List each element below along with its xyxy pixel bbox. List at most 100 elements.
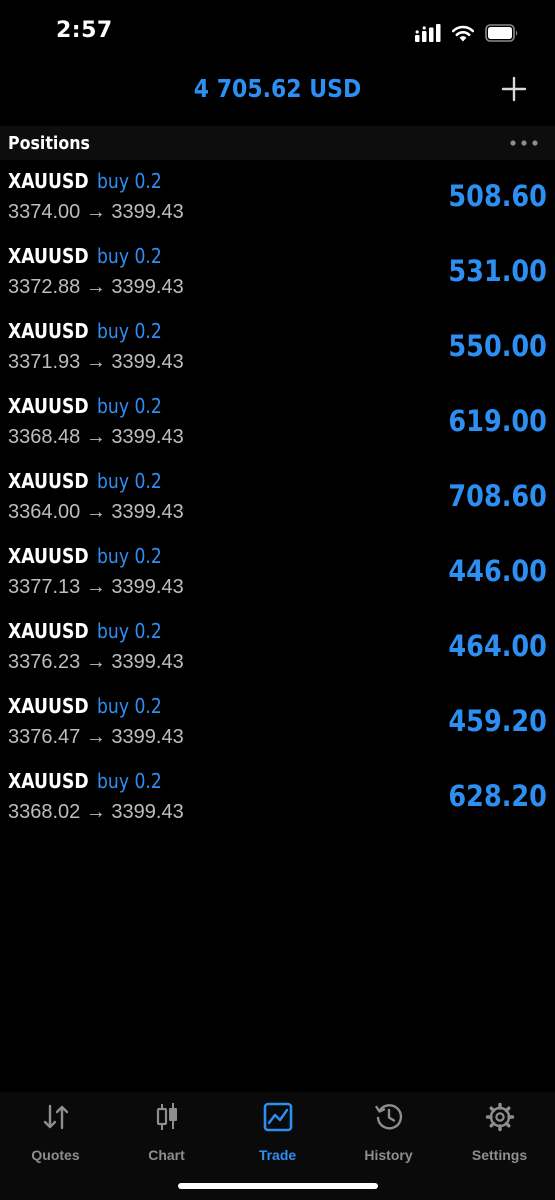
open-price: 3368.48	[8, 426, 81, 448]
price-arrow: →	[85, 201, 106, 223]
price-arrow: →	[85, 501, 106, 523]
bottom-tab-bar: Quotes Chart Trade History Settings	[0, 1092, 555, 1200]
current-price: 3399.43	[111, 726, 184, 748]
home-indicator	[178, 1183, 378, 1189]
open-price: 3368.02	[8, 801, 81, 823]
position-symbol: XAUUSD	[8, 394, 89, 418]
gear-icon	[485, 1102, 515, 1132]
position-title: XAUUSD buy 0.2	[8, 544, 173, 569]
position-symbol: XAUUSD	[8, 694, 89, 718]
position-symbol: XAUUSD	[8, 469, 89, 493]
section-title: Positions	[8, 133, 90, 154]
price-arrow: →	[85, 576, 106, 598]
position-profit: 550.00	[448, 329, 547, 363]
candlestick-chart-icon	[156, 1103, 177, 1130]
position-title: XAUUSD buy 0.2	[8, 319, 173, 344]
position-title: XAUUSD buy 0.2	[8, 769, 173, 794]
open-price: 3364.00	[8, 501, 81, 523]
account-balance: 4 705.62 USD	[193, 74, 362, 103]
position-type: buy 0.2	[97, 394, 163, 418]
position-symbol: XAUUSD	[8, 244, 89, 268]
position-symbol: XAUUSD	[8, 544, 89, 568]
position-prices: 3368.48 → 3399.43	[8, 426, 184, 449]
price-arrow: →	[85, 651, 106, 673]
status-bar: 2:57	[0, 0, 555, 62]
current-price: 3399.43	[111, 276, 184, 298]
price-arrow: →	[85, 726, 106, 748]
position-title: XAUUSD buy 0.2	[8, 469, 173, 494]
position-prices: 3377.13 → 3399.43	[8, 576, 184, 599]
position-prices: 3371.93 → 3399.43	[8, 351, 184, 374]
trade-line-chart-icon	[263, 1102, 293, 1132]
position-title: XAUUSD buy 0.2	[8, 619, 173, 644]
position-title: XAUUSD buy 0.2	[8, 394, 173, 419]
current-price: 3399.43	[111, 501, 184, 523]
position-profit: 708.60	[448, 479, 547, 513]
position-row[interactable]: XAUUSD buy 0.2 3371.93 → 3399.43 550.00	[0, 315, 555, 390]
tab-quotes[interactable]: Quotes	[0, 1102, 111, 1164]
position-profit: 508.60	[448, 179, 547, 213]
position-title: XAUUSD buy 0.2	[8, 169, 173, 194]
position-prices: 3372.88 → 3399.43	[8, 276, 184, 299]
current-price: 3399.43	[111, 651, 184, 673]
position-type: buy 0.2	[97, 694, 163, 718]
ellipsis-icon	[510, 140, 538, 146]
open-price: 3371.93	[8, 351, 81, 373]
tab-chart[interactable]: Chart	[111, 1102, 222, 1164]
tab-trade[interactable]: Trade	[222, 1102, 333, 1164]
open-price: 3376.23	[8, 651, 81, 673]
open-price: 3374.00	[8, 201, 81, 223]
position-profit: 459.20	[448, 704, 547, 738]
current-price: 3399.43	[111, 201, 184, 223]
position-row[interactable]: XAUUSD buy 0.2 3364.00 → 3399.43 708.60	[0, 465, 555, 540]
position-row[interactable]: XAUUSD buy 0.2 3376.47 → 3399.43 459.20	[0, 690, 555, 765]
position-type: buy 0.2	[97, 319, 163, 343]
position-row[interactable]: XAUUSD buy 0.2 3374.00 → 3399.43 508.60	[0, 165, 555, 240]
tab-settings[interactable]: Settings	[444, 1102, 555, 1164]
position-row[interactable]: XAUUSD buy 0.2 3368.02 → 3399.43 628.20	[0, 765, 555, 840]
position-prices: 3368.02 → 3399.43	[8, 801, 184, 824]
position-symbol: XAUUSD	[8, 319, 89, 343]
cellular-signal-icon	[415, 24, 441, 42]
current-price: 3399.43	[111, 801, 184, 823]
tab-label: Chart	[148, 1147, 185, 1163]
wifi-icon	[451, 25, 475, 42]
position-profit: 531.00	[448, 254, 547, 288]
position-symbol: XAUUSD	[8, 619, 89, 643]
position-row[interactable]: XAUUSD buy 0.2 3377.13 → 3399.43 446.00	[0, 540, 555, 615]
open-price: 3372.88	[8, 276, 81, 298]
position-row[interactable]: XAUUSD buy 0.2 3368.48 → 3399.43 619.00	[0, 390, 555, 465]
position-symbol: XAUUSD	[8, 769, 89, 793]
positions-section-header: Positions	[0, 126, 555, 160]
position-type: buy 0.2	[97, 544, 163, 568]
tab-label: History	[364, 1147, 413, 1163]
position-row[interactable]: XAUUSD buy 0.2 3376.23 → 3399.43 464.00	[0, 615, 555, 690]
history-clock-icon	[375, 1104, 403, 1130]
position-symbol: XAUUSD	[8, 169, 89, 193]
price-arrow: →	[85, 426, 106, 448]
plus-icon	[501, 76, 527, 102]
position-profit: 446.00	[448, 554, 547, 588]
open-price: 3377.13	[8, 576, 81, 598]
status-icons	[415, 22, 519, 44]
position-prices: 3374.00 → 3399.43	[8, 201, 184, 224]
positions-list: XAUUSD buy 0.2 3374.00 → 3399.43 508.60 …	[0, 165, 555, 840]
position-profit: 464.00	[448, 629, 547, 663]
position-profit: 628.20	[448, 779, 547, 813]
quotes-arrows-icon	[43, 1104, 69, 1130]
open-price: 3376.47	[8, 726, 81, 748]
position-title: XAUUSD buy 0.2	[8, 694, 173, 719]
tab-label: Quotes	[31, 1147, 80, 1163]
position-row[interactable]: XAUUSD buy 0.2 3372.88 → 3399.43 531.00	[0, 240, 555, 315]
battery-icon	[485, 24, 518, 42]
add-order-button[interactable]	[501, 76, 527, 102]
position-type: buy 0.2	[97, 244, 163, 268]
tab-history[interactable]: History	[333, 1102, 444, 1164]
more-options-button[interactable]	[509, 136, 539, 148]
position-title: XAUUSD buy 0.2	[8, 244, 173, 269]
position-prices: 3376.23 → 3399.43	[8, 651, 184, 674]
tab-label: Trade	[258, 1147, 297, 1163]
position-profit: 619.00	[448, 404, 547, 438]
position-type: buy 0.2	[97, 469, 163, 493]
price-arrow: →	[85, 276, 106, 298]
